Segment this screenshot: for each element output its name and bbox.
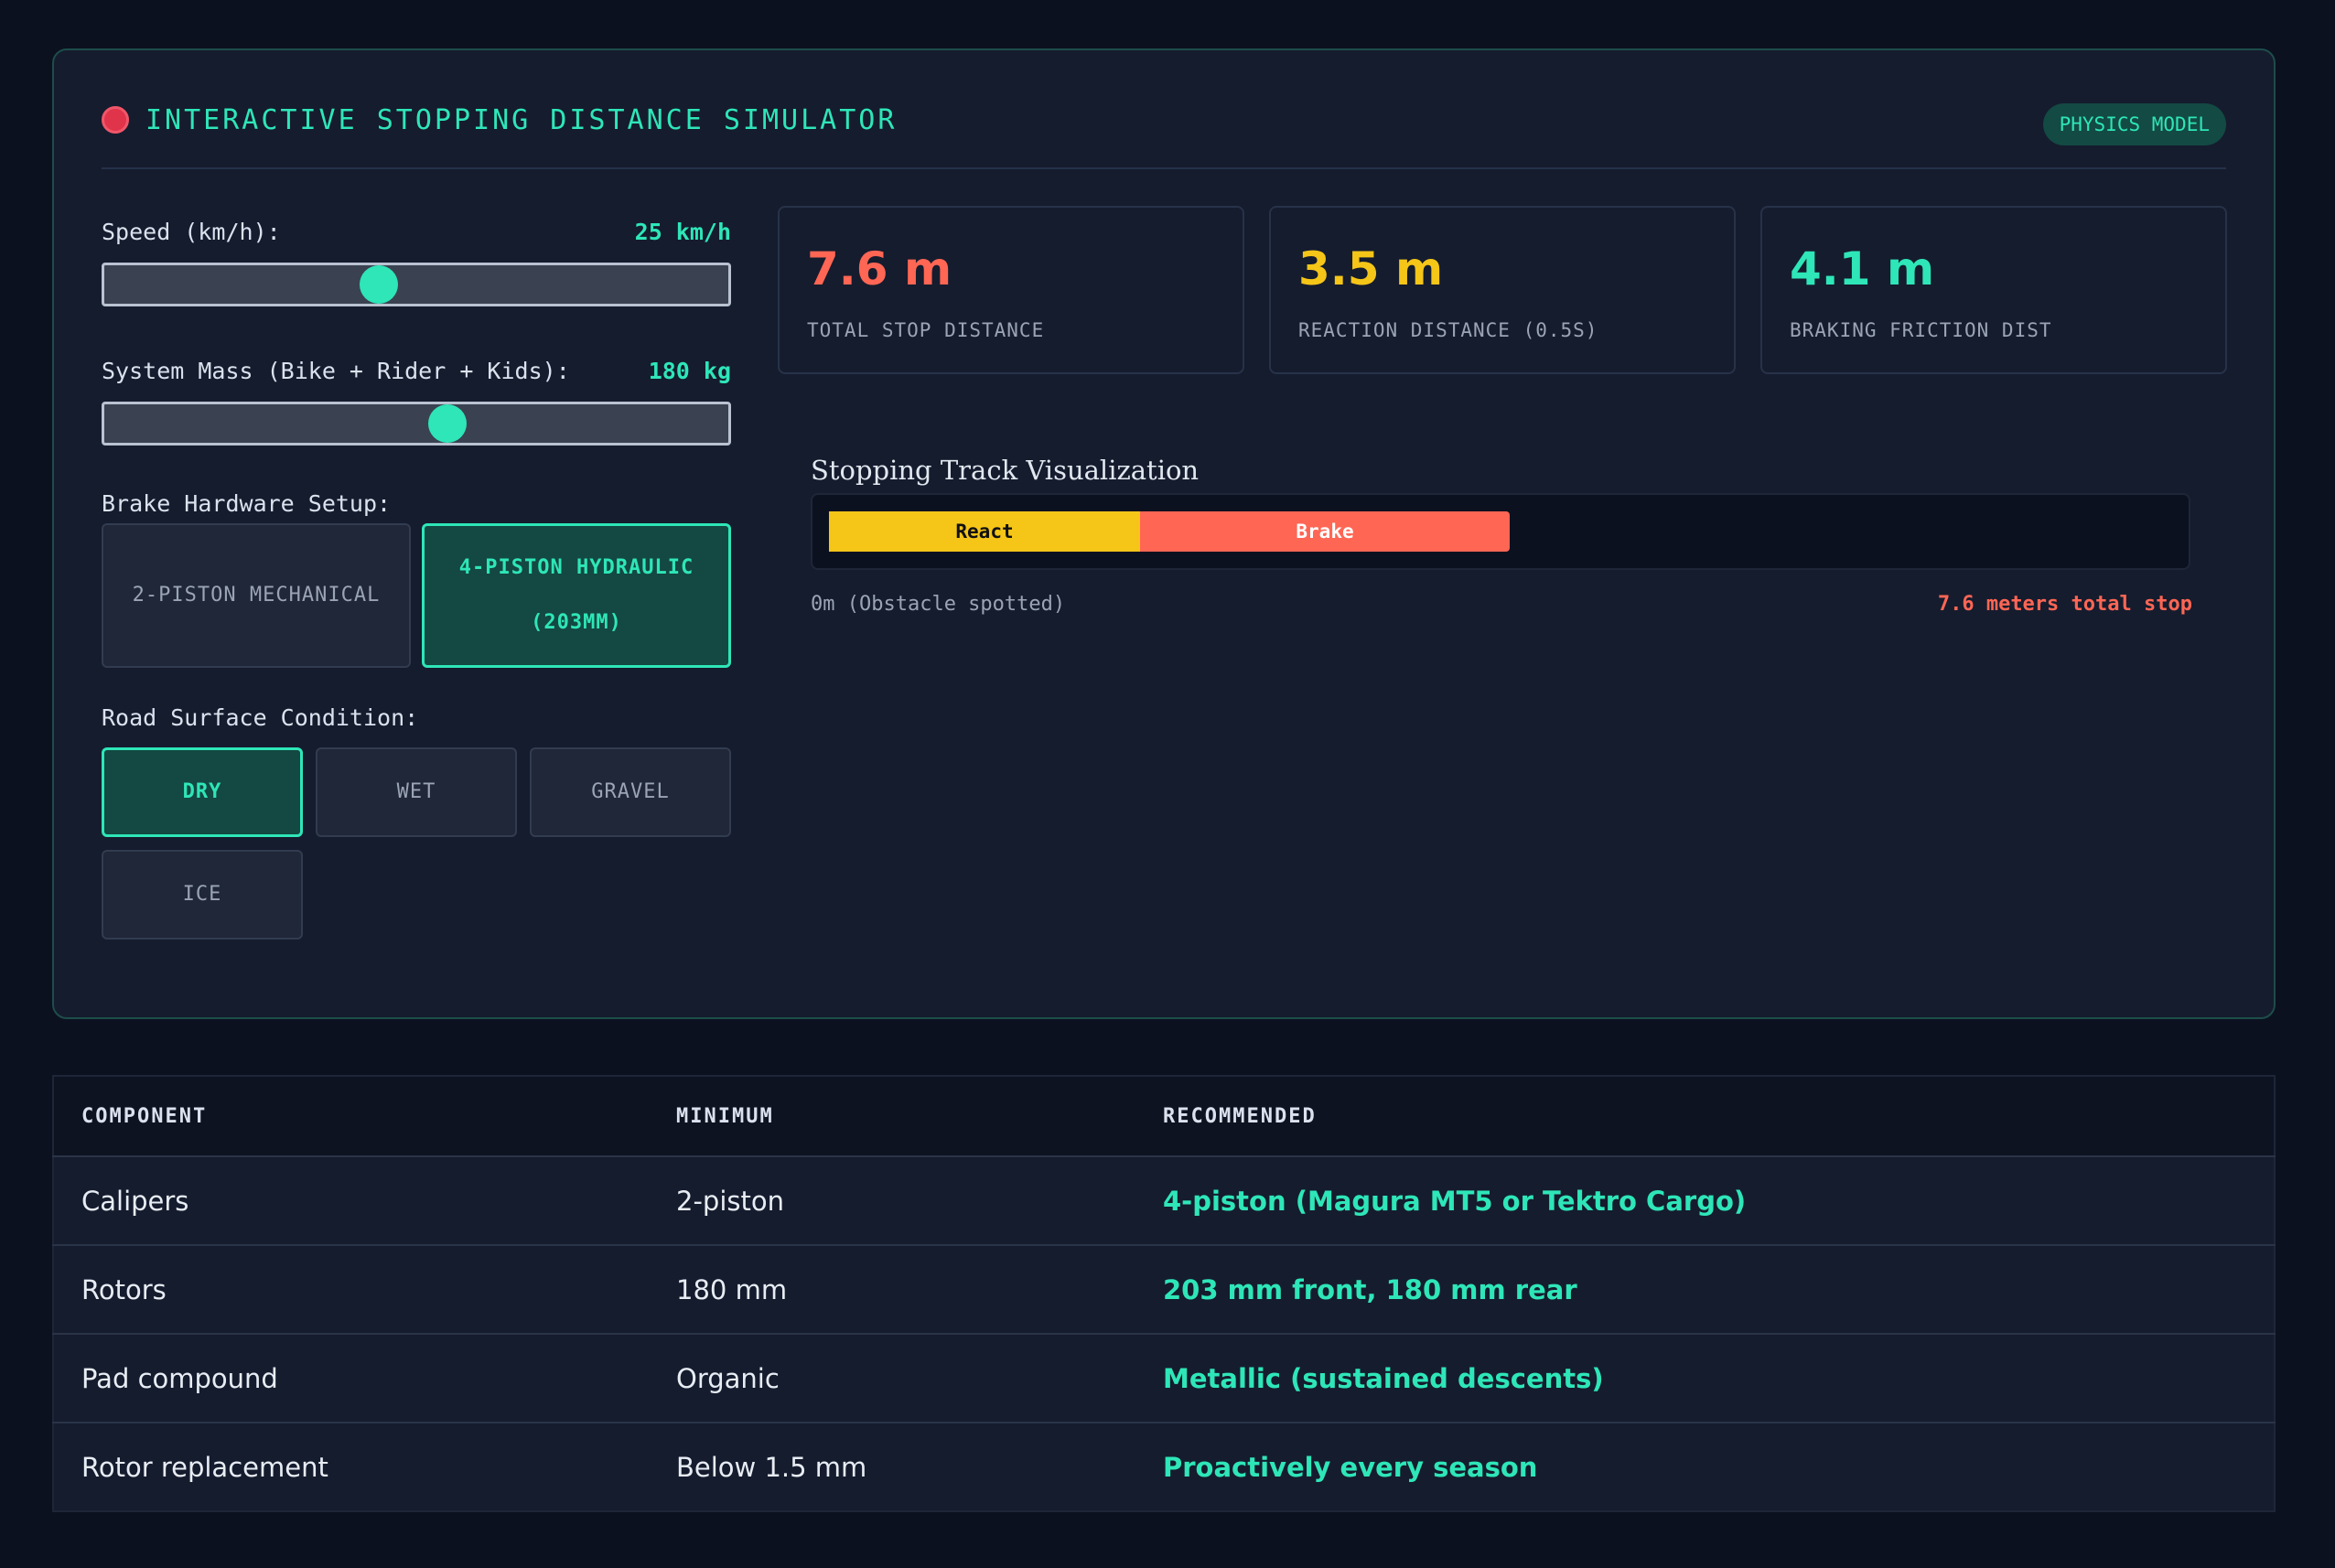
surface-label: Road Surface Condition: [102,704,419,731]
panel-header: INTERACTIVE STOPPING DISTANCE SIMULATOR … [102,94,2226,169]
reaction-distance-label: REACTION DISTANCE (0.5S) [1298,319,1598,341]
physics-model-badge: PHYSICS MODEL [2042,103,2226,145]
mass-slider[interactable] [102,402,731,446]
speed-slider[interactable] [102,263,731,306]
brake-setup-label: Brake Hardware Setup: [102,490,392,517]
column-header-minimum: MINIMUM [649,1076,1135,1157]
brake-spec-table: COMPONENT MINIMUM RECOMMENDED Calipers 2… [52,1075,2276,1512]
cell-component: Rotors [53,1245,649,1335]
braking-segment: Brake [1140,511,1510,552]
mass-value: 180 kg [648,357,731,384]
speed-value: 25 km/h [634,218,731,245]
stopping-track: React Brake [811,493,2190,570]
total-stop-label: TOTAL STOP DISTANCE [807,319,1045,341]
total-stop-value: 7.6 m [807,242,952,295]
mass-label: System Mass (Bike + Rider + Kids): [102,357,570,384]
speed-slider-thumb[interactable] [360,265,399,304]
cell-minimum: 2-piston [649,1156,1135,1246]
track-title: Stopping Track Visualization [811,455,1200,486]
braking-distance-card: 4.1 m BRAKING FRICTION DIST [1760,206,2227,374]
cell-recommended: 4-piston (Magura MT5 or Tektro Cargo) [1135,1156,2275,1246]
speed-label: Speed (km/h): [102,218,281,245]
table-row: Rotors 180 mm 203 mm front, 180 mm rear [53,1245,2275,1335]
track-end-label: 7.6 meters total stop [1937,593,2192,616]
table-header-row: COMPONENT MINIMUM RECOMMENDED [53,1076,2275,1157]
braking-distance-label: BRAKING FRICTION DIST [1790,319,2052,341]
cell-minimum: Below 1.5 mm [649,1423,1135,1511]
cell-minimum: Organic [649,1334,1135,1423]
cell-recommended: Metallic (sustained descents) [1135,1334,2275,1423]
cell-component: Pad compound [53,1334,649,1423]
cell-minimum: 180 mm [649,1245,1135,1335]
brake-option-4-piston[interactable]: 4-PISTON HYDRAULIC (203MM) [422,523,731,668]
column-header-component: COMPONENT [53,1076,649,1157]
mass-slider-thumb[interactable] [428,404,468,443]
table-row: Pad compound Organic Metallic (sustained… [53,1334,2275,1423]
track-start-label: 0m (Obstacle spotted) [811,593,1066,616]
brake-option-2-piston[interactable]: 2-PISTON MECHANICAL [102,523,411,668]
cell-recommended: Proactively every season [1135,1423,2275,1511]
panel-title: INTERACTIVE STOPPING DISTANCE SIMULATOR [145,103,898,136]
column-header-recommended: RECOMMENDED [1135,1076,2275,1157]
surface-option-gravel[interactable]: GRAVEL [530,747,731,837]
stop-indicator-icon [102,106,129,134]
table-row: Calipers 2-piston 4-piston (Magura MT5 o… [53,1156,2275,1246]
surface-option-wet[interactable]: WET [316,747,517,837]
controls-column: Speed (km/h): 25 km/h System Mass (Bike … [102,206,731,522]
track-bar: React Brake [829,511,1510,552]
cell-component: Rotor replacement [53,1423,649,1511]
braking-distance-value: 4.1 m [1790,242,1935,295]
surface-option-dry[interactable]: DRY [102,747,303,837]
surface-option-ice[interactable]: ICE [102,850,303,940]
reaction-distance-value: 3.5 m [1298,242,1444,295]
cell-component: Calipers [53,1156,649,1246]
cell-recommended: 203 mm front, 180 mm rear [1135,1245,2275,1335]
table-row: Rotor replacement Below 1.5 mm Proactive… [53,1423,2275,1511]
reaction-segment: React [829,511,1140,552]
reaction-distance-card: 3.5 m REACTION DISTANCE (0.5S) [1269,206,1736,374]
total-stop-card: 7.6 m TOTAL STOP DISTANCE [778,206,1244,374]
